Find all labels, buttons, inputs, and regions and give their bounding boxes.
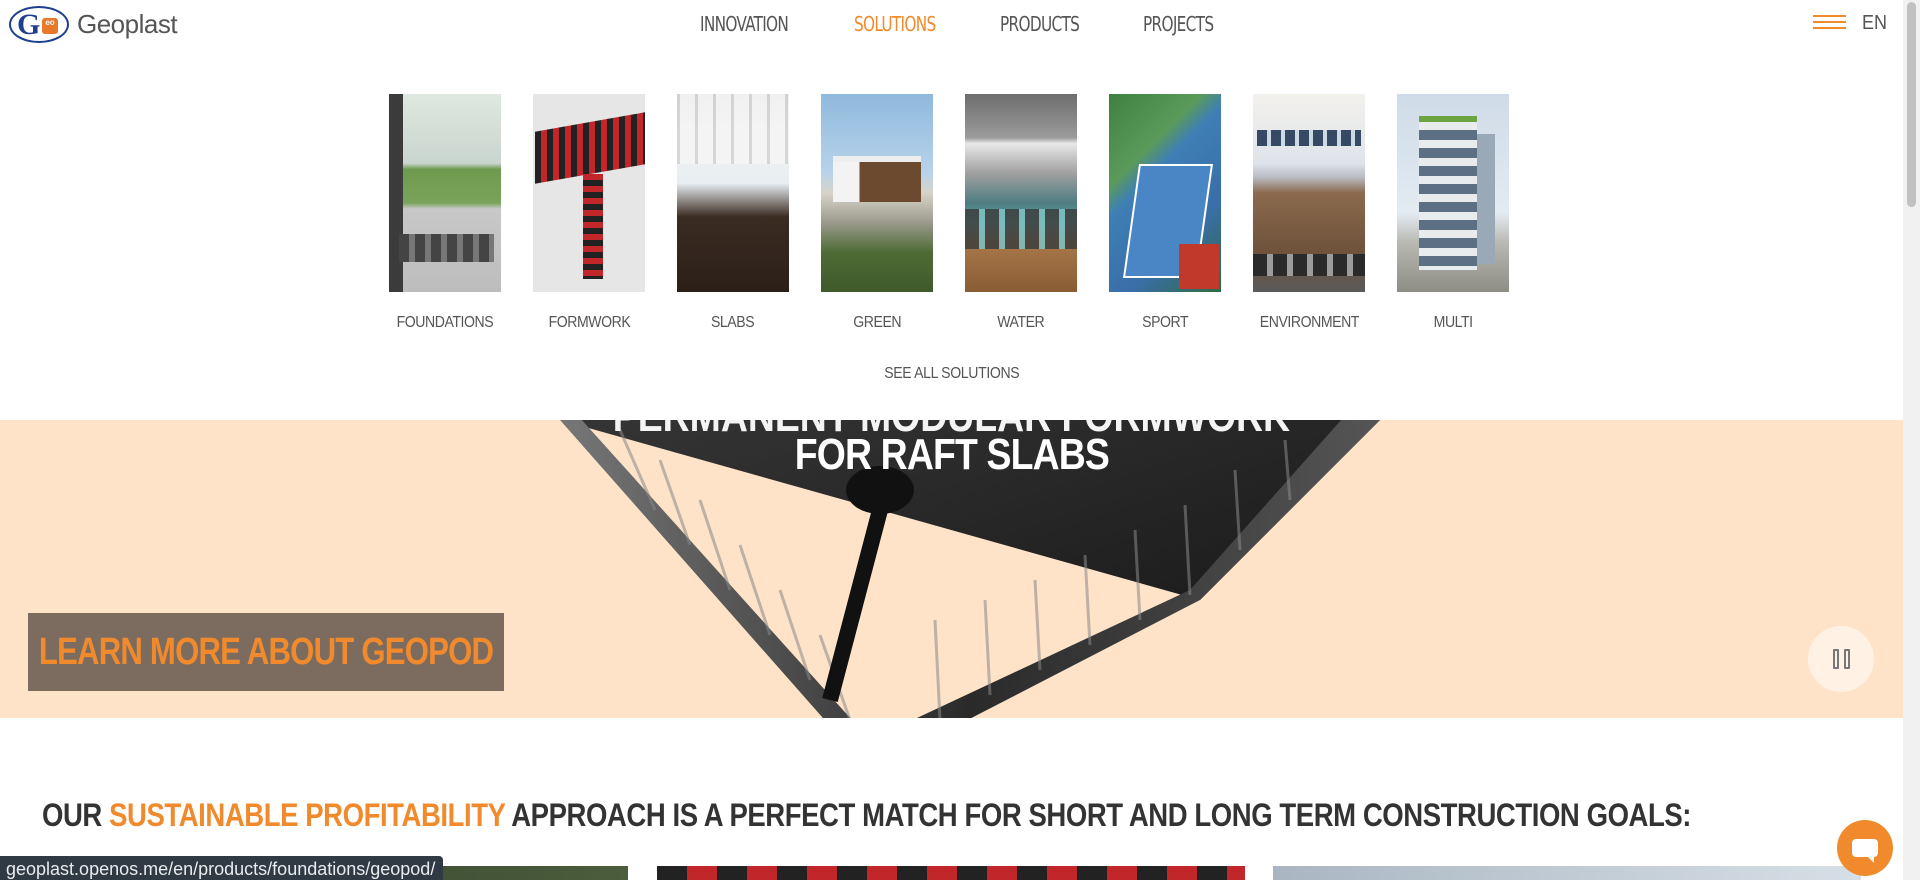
solution-item-water[interactable]: WATER <box>965 94 1077 332</box>
hero-banner: PERMANENT MODULAR FORMWORK FOR RAFT SLAB… <box>0 420 1903 718</box>
logo-letter: G <box>17 8 41 41</box>
status-bar-url: geoplast.openos.me/en/products/foundatio… <box>0 856 444 880</box>
brand-name: Geoplast <box>77 9 178 39</box>
learn-more-geopod-button[interactable]: LEARN MORE ABOUT GEOPOD <box>28 613 504 691</box>
nav-item-products[interactable]: PRODUCTS <box>1000 12 1080 36</box>
solution-image-environment[interactable] <box>1253 94 1365 292</box>
solution-image-water[interactable] <box>965 94 1077 292</box>
logo-mark-icon: G eo <box>9 6 69 43</box>
solutions-mega-menu: FOUNDATIONS FORMWORK SLABS GREEN WATER S… <box>0 50 1903 420</box>
solution-item-formwork[interactable]: FORMWORK <box>533 94 645 332</box>
solution-item-multi[interactable]: MULTI <box>1397 94 1509 332</box>
see-all-solutions-container: SEE ALL SOLUTIONS <box>0 365 1903 383</box>
tagline-prefix: OUR <box>42 797 110 833</box>
solution-label[interactable]: GREEN <box>853 314 901 332</box>
solution-item-slabs[interactable]: SLABS <box>677 94 789 332</box>
page-scrollbar[interactable] <box>1903 0 1920 880</box>
solution-image-multi[interactable] <box>1397 94 1509 292</box>
hero-title-line: FOR RAFT SLABS <box>794 430 1109 479</box>
main-nav: INNOVATION SOLUTIONS PRODUCTS PROJECTS <box>700 12 1226 36</box>
hero-title: FOR RAFT SLABS <box>0 430 1903 480</box>
cta-label: LEARN MORE ABOUT GEOPOD <box>38 630 494 673</box>
pause-button[interactable] <box>1808 626 1874 692</box>
solution-item-foundations[interactable]: FOUNDATIONS <box>389 94 501 332</box>
solution-label[interactable]: SLABS <box>711 314 755 332</box>
feature-card-3[interactable] <box>1273 866 1861 880</box>
tagline-highlight: SUSTAINABLE PROFITABILITY <box>109 797 506 833</box>
site-header: G eo Geoplast INNOVATION SOLUTIONS PRODU… <box>0 0 1903 50</box>
nav-item-projects[interactable]: PROJECTS <box>1143 12 1214 36</box>
solution-image-green[interactable] <box>821 94 933 292</box>
see-all-solutions-link[interactable]: SEE ALL SOLUTIONS <box>884 365 1019 383</box>
solution-item-sport[interactable]: SPORT <box>1109 94 1221 332</box>
chat-bubble-icon <box>1852 839 1878 863</box>
solutions-grid: FOUNDATIONS FORMWORK SLABS GREEN WATER S… <box>389 94 1509 332</box>
solution-label[interactable]: ENVIRONMENT <box>1260 314 1360 332</box>
pause-icon <box>1832 649 1839 669</box>
nav-item-solutions[interactable]: SOLUTIONS <box>854 12 936 36</box>
tagline-suffix: APPROACH IS A PERFECT MATCH FOR SHORT AN… <box>505 797 1692 833</box>
pause-icon-bar <box>1843 649 1850 669</box>
solution-label[interactable]: SPORT <box>1142 314 1188 332</box>
brand-logo[interactable]: G eo Geoplast <box>9 6 178 43</box>
solution-label[interactable]: MULTI <box>1434 314 1473 332</box>
language-selector[interactable]: EN <box>1862 12 1887 35</box>
nav-item-innovation[interactable]: INNOVATION <box>700 12 789 36</box>
solution-label[interactable]: FOUNDATIONS <box>397 314 494 332</box>
solution-image-slabs[interactable] <box>677 94 789 292</box>
solution-item-environment[interactable]: ENVIRONMENT <box>1253 94 1365 332</box>
solution-item-green[interactable]: GREEN <box>821 94 933 332</box>
solution-image-foundations[interactable] <box>389 94 501 292</box>
page: G eo Geoplast INNOVATION SOLUTIONS PRODU… <box>0 0 1903 880</box>
logo-badge: eo <box>42 18 58 34</box>
solution-label[interactable]: WATER <box>997 314 1045 332</box>
solution-image-sport[interactable] <box>1109 94 1221 292</box>
scrollbar-thumb[interactable] <box>1907 2 1916 207</box>
feature-card-2[interactable] <box>657 866 1245 880</box>
solution-label[interactable]: FORMWORK <box>548 314 630 332</box>
hamburger-menu-icon[interactable] <box>1813 15 1846 33</box>
solution-image-formwork[interactable] <box>533 94 645 292</box>
section-heading: OUR SUSTAINABLE PROFITABILITY APPROACH I… <box>42 797 1691 834</box>
chat-button[interactable] <box>1837 820 1893 876</box>
